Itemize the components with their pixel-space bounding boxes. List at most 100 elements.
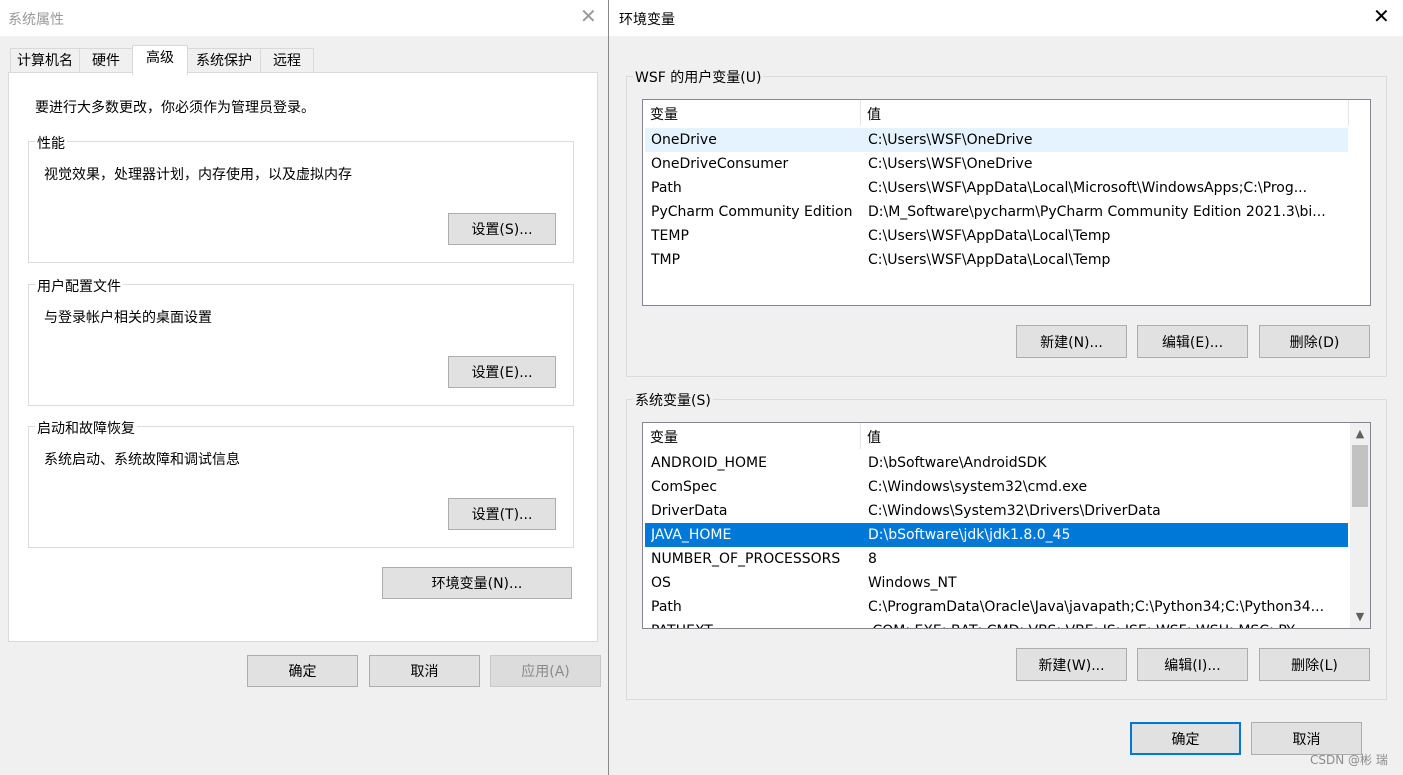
- system-variables-list[interactable]: 变量 值 ANDROID_HOME D:\bSoftware\AndroidSDK…: [642, 422, 1371, 629]
- close-icon[interactable]: ✕: [1373, 6, 1390, 26]
- watermark: CSDN @彬 瑞: [1310, 753, 1388, 767]
- group-title: 系统变量(S): [633, 390, 713, 410]
- environment-variables-button[interactable]: 环境变量(N)...: [382, 567, 572, 599]
- list-header: 变量 值: [643, 100, 1370, 126]
- list-item[interactable]: PyCharm Community Edition D:\M_Software\p…: [645, 200, 1348, 224]
- group-description: 系统启动、系统故障和调试信息: [44, 452, 240, 468]
- column-divider[interactable]: [1348, 100, 1349, 126]
- cancel-button[interactable]: 取消: [369, 655, 480, 687]
- column-header-variable[interactable]: 变量: [650, 427, 678, 447]
- variable-value: 8: [868, 551, 877, 567]
- variable-value: C:\Users\WSF\OneDrive: [868, 132, 1033, 148]
- dialog-title: 环境变量: [619, 12, 675, 28]
- system-edit-button[interactable]: 编辑(I)...: [1137, 648, 1248, 681]
- scroll-up-icon[interactable]: ▲: [1350, 426, 1370, 442]
- tab-advanced[interactable]: 高级: [132, 45, 188, 75]
- variable-value: D:\bSoftware\AndroidSDK: [868, 455, 1047, 471]
- list-item[interactable]: ANDROID_HOME D:\bSoftware\AndroidSDK: [645, 451, 1348, 475]
- variable-name: NUMBER_OF_PROCESSORS: [651, 551, 841, 567]
- variable-value: C:\Users\WSF\AppData\Local\Microsoft\Win…: [868, 180, 1308, 196]
- user-new-button[interactable]: 新建(N)...: [1016, 325, 1127, 358]
- user-variables-list[interactable]: 变量 值 OneDrive C:\Users\WSF\OneDrive OneDr…: [642, 99, 1371, 306]
- admin-notice: 要进行大多数更改，你必须作为管理员登录。: [35, 100, 315, 116]
- variable-value: C:\Users\WSF\OneDrive: [868, 156, 1033, 172]
- group-description: 与登录帐户相关的桌面设置: [44, 310, 212, 326]
- variable-name: PyCharm Community Edition: [651, 204, 853, 220]
- user-profiles-settings-button[interactable]: 设置(E)...: [448, 356, 556, 388]
- group-title: 用户配置文件: [35, 276, 123, 296]
- list-item[interactable]: TEMP C:\Users\WSF\AppData\Local\Temp: [645, 224, 1348, 248]
- variable-name: DriverData: [651, 503, 728, 519]
- column-divider[interactable]: [860, 423, 861, 449]
- apply-button[interactable]: 应用(A): [490, 655, 601, 687]
- group-description: 视觉效果，处理器计划，内存使用，以及虚拟内存: [44, 167, 352, 183]
- list-item[interactable]: DriverData C:\Windows\System32\Drivers\Dr…: [645, 499, 1348, 523]
- list-item[interactable]: NUMBER_OF_PROCESSORS 8: [645, 547, 1348, 571]
- variable-value: D:\M_Software\pycharm\PyCharm Community …: [868, 204, 1326, 220]
- system-new-button[interactable]: 新建(W)...: [1016, 648, 1127, 681]
- title-bar: 环境变量 ✕: [609, 0, 1403, 36]
- user-edit-button[interactable]: 编辑(E)...: [1137, 325, 1248, 358]
- variable-value: C:\Windows\system32\cmd.exe: [868, 479, 1088, 495]
- column-header-variable[interactable]: 变量: [650, 104, 678, 124]
- variable-name: OneDriveConsumer: [651, 156, 789, 172]
- list-item[interactable]: OS Windows_NT: [645, 571, 1348, 595]
- dialog-title: 系统属性: [8, 12, 64, 28]
- variable-name: Path: [651, 180, 682, 196]
- variable-value: Windows_NT: [868, 575, 957, 591]
- variable-value: C:\Users\WSF\AppData\Local\Temp: [868, 252, 1111, 268]
- variable-value: C:\Users\WSF\AppData\Local\Temp: [868, 228, 1111, 244]
- list-item[interactable]: OneDrive C:\Users\WSF\OneDrive: [645, 128, 1348, 152]
- scroll-down-icon[interactable]: ▼: [1350, 609, 1370, 625]
- tab-computer-name[interactable]: 计算机名: [10, 48, 80, 72]
- system-delete-button[interactable]: 删除(L): [1259, 648, 1370, 681]
- list-header: 变量 值: [643, 423, 1370, 449]
- tab-remote[interactable]: 远程: [260, 48, 314, 72]
- list-item-selected[interactable]: JAVA_HOME D:\bSoftware\jdk\jdk1.8.0_45: [645, 523, 1348, 547]
- variable-value: .COM;.EXE;.BAT;.CMD;.VBS;.VBE;.JS;.JSE;.…: [868, 619, 1346, 628]
- column-divider[interactable]: [860, 100, 861, 126]
- scrollbar-thumb[interactable]: [1352, 445, 1368, 507]
- system-variables-group: 系统变量(S) 变量 值 ANDROID_HOME D:\bSoftware\An…: [626, 390, 1387, 700]
- list-item[interactable]: TMP C:\Users\WSF\AppData\Local\Temp: [645, 248, 1348, 272]
- variable-name: TEMP: [651, 228, 689, 244]
- tab-system-protection[interactable]: 系统保护: [187, 48, 261, 72]
- group-title: 性能: [35, 133, 67, 153]
- list-item[interactable]: ComSpec C:\Windows\system32\cmd.exe: [645, 475, 1348, 499]
- group-title: 启动和故障恢复: [35, 418, 137, 438]
- close-icon[interactable]: ✕: [580, 6, 597, 26]
- list-item[interactable]: Path C:\ProgramData\Oracle\Java\javapath;…: [645, 595, 1348, 619]
- user-profiles-group: 用户配置文件 与登录帐户相关的桌面设置 设置(E)...: [28, 276, 574, 406]
- variable-name: OS: [651, 575, 671, 591]
- user-variables-group: WSF 的用户变量(U) 变量 值 OneDrive C:\Users\WSF\O…: [626, 67, 1387, 377]
- list-item[interactable]: PATHEXT .COM;.EXE;.BAT;.CMD;.VBS;.VBE;.JS…: [645, 619, 1348, 628]
- variable-name: ANDROID_HOME: [651, 455, 767, 471]
- startup-recovery-settings-button[interactable]: 设置(T)...: [448, 498, 556, 530]
- variable-name: ComSpec: [651, 479, 718, 495]
- title-bar: 系统属性 ✕: [0, 0, 610, 36]
- list-item[interactable]: OneDriveConsumer C:\Users\WSF\OneDrive: [645, 152, 1348, 176]
- group-title: WSF 的用户变量(U): [633, 67, 764, 87]
- startup-recovery-group: 启动和故障恢复 系统启动、系统故障和调试信息 设置(T)...: [28, 418, 574, 548]
- list-item[interactable]: Path C:\Users\WSF\AppData\Local\Microsoft…: [645, 176, 1348, 200]
- ok-button[interactable]: 确定: [1130, 722, 1241, 755]
- column-header-value[interactable]: 值: [867, 427, 881, 447]
- environment-variables-dialog: 环境变量 ✕ WSF 的用户变量(U) 变量 值 OneDrive C:\User…: [608, 0, 1403, 775]
- column-header-value[interactable]: 值: [867, 104, 881, 124]
- advanced-tab-panel: 要进行大多数更改，你必须作为管理员登录。 性能 视觉效果，处理器计划，内存使用，…: [8, 72, 598, 642]
- performance-settings-button[interactable]: 设置(S)...: [448, 213, 556, 245]
- variable-name: PATHEXT: [651, 619, 859, 628]
- user-delete-button[interactable]: 删除(D): [1259, 325, 1370, 358]
- variable-name: OneDrive: [651, 132, 717, 148]
- performance-group: 性能 视觉效果，处理器计划，内存使用，以及虚拟内存 设置(S)...: [28, 133, 574, 263]
- vertical-scrollbar[interactable]: ▲ ▼: [1350, 423, 1370, 628]
- ok-button[interactable]: 确定: [247, 655, 358, 687]
- system-properties-dialog: 系统属性 ✕ 计算机名 硬件 高级 系统保护 远程 要进行大多数更改，你必须作为…: [0, 0, 610, 700]
- variable-name: JAVA_HOME: [651, 527, 732, 543]
- variable-value: C:\Windows\System32\Drivers\DriverData: [868, 503, 1161, 519]
- variable-name: Path: [651, 599, 682, 615]
- tab-hardware[interactable]: 硬件: [79, 48, 133, 72]
- variable-value: D:\bSoftware\jdk\jdk1.8.0_45: [868, 527, 1071, 543]
- variable-value: C:\ProgramData\Oracle\Java\javapath;C:\P…: [868, 599, 1325, 615]
- variable-name: TMP: [651, 252, 681, 268]
